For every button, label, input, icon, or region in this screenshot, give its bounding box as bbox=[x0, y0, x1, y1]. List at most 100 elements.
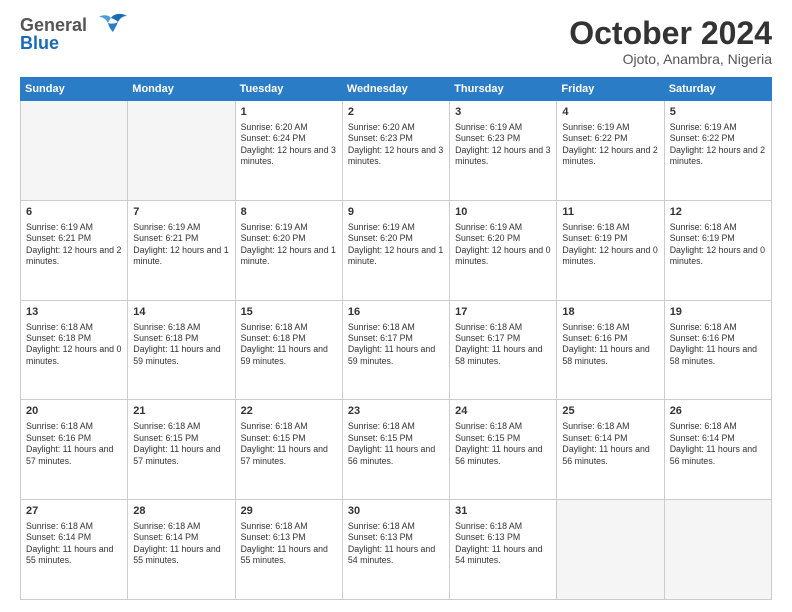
day-number: 29 bbox=[241, 504, 337, 519]
calendar-cell: 22 Sunrise: 6:18 AMSunset: 6:15 PMDayligh… bbox=[235, 400, 342, 500]
logo-general-text: General bbox=[20, 16, 87, 34]
day-number: 31 bbox=[455, 504, 551, 519]
day-info: Sunrise: 6:18 AMSunset: 6:18 PMDaylight:… bbox=[26, 322, 122, 368]
calendar-week-4: 20 Sunrise: 6:18 AMSunset: 6:16 PMDayligh… bbox=[21, 400, 772, 500]
day-info: Sunrise: 6:20 AMSunset: 6:24 PMDaylight:… bbox=[241, 122, 337, 168]
day-info: Sunrise: 6:18 AMSunset: 6:15 PMDaylight:… bbox=[133, 421, 229, 467]
day-info: Sunrise: 6:18 AMSunset: 6:17 PMDaylight:… bbox=[348, 322, 444, 368]
day-info: Sunrise: 6:19 AMSunset: 6:22 PMDaylight:… bbox=[670, 122, 766, 168]
day-info: Sunrise: 6:18 AMSunset: 6:16 PMDaylight:… bbox=[26, 421, 122, 467]
logo: General Blue bbox=[20, 16, 129, 52]
day-info: Sunrise: 6:19 AMSunset: 6:20 PMDaylight:… bbox=[348, 222, 444, 268]
day-info: Sunrise: 6:18 AMSunset: 6:13 PMDaylight:… bbox=[348, 521, 444, 567]
day-number: 6 bbox=[26, 205, 122, 220]
col-sunday: Sunday bbox=[21, 78, 128, 101]
calendar-cell: 8Sunrise: 6:19 AMSunset: 6:20 PMDaylight… bbox=[235, 200, 342, 300]
day-info: Sunrise: 6:18 AMSunset: 6:17 PMDaylight:… bbox=[455, 322, 551, 368]
day-number: 12 bbox=[670, 205, 766, 220]
calendar-week-1: 1Sunrise: 6:20 AMSunset: 6:24 PMDaylight… bbox=[21, 101, 772, 201]
day-info: Sunrise: 6:19 AMSunset: 6:20 PMDaylight:… bbox=[241, 222, 337, 268]
col-wednesday: Wednesday bbox=[342, 78, 449, 101]
day-info: Sunrise: 6:20 AMSunset: 6:23 PMDaylight:… bbox=[348, 122, 444, 168]
calendar-cell: 11Sunrise: 6:18 AMSunset: 6:19 PMDayligh… bbox=[557, 200, 664, 300]
day-number: 27 bbox=[26, 504, 122, 519]
day-number: 15 bbox=[241, 305, 337, 320]
day-number: 21 bbox=[133, 404, 229, 419]
day-info: Sunrise: 6:19 AMSunset: 6:22 PMDaylight:… bbox=[562, 122, 658, 168]
calendar-cell: 6 Sunrise: 6:19 AMSunset: 6:21 PMDaylight… bbox=[21, 200, 128, 300]
day-number: 23 bbox=[348, 404, 444, 419]
day-number: 10 bbox=[455, 205, 551, 220]
day-info: Sunrise: 6:18 AMSunset: 6:19 PMDaylight:… bbox=[670, 222, 766, 268]
day-info: Sunrise: 6:18 AMSunset: 6:13 PMDaylight:… bbox=[455, 521, 551, 567]
calendar-cell: 30 Sunrise: 6:18 AMSunset: 6:13 PMDayligh… bbox=[342, 500, 449, 600]
day-info: Sunrise: 6:18 AMSunset: 6:14 PMDaylight:… bbox=[670, 421, 766, 467]
day-number: 24 bbox=[455, 404, 551, 419]
day-number: 28 bbox=[133, 504, 229, 519]
calendar-cell: 10Sunrise: 6:19 AMSunset: 6:20 PMDayligh… bbox=[450, 200, 557, 300]
calendar-cell: 25Sunrise: 6:18 AMSunset: 6:14 PMDayligh… bbox=[557, 400, 664, 500]
calendar-cell: 31 Sunrise: 6:18 AMSunset: 6:13 PMDayligh… bbox=[450, 500, 557, 600]
calendar-cell: 7Sunrise: 6:19 AMSunset: 6:21 PMDaylight… bbox=[128, 200, 235, 300]
calendar-cell: 14 Sunrise: 6:18 AMSunset: 6:18 PMDayligh… bbox=[128, 300, 235, 400]
month-title: October 2024 bbox=[569, 16, 772, 51]
calendar-cell: 5 Sunrise: 6:19 AMSunset: 6:22 PMDaylight… bbox=[664, 101, 771, 201]
day-number: 2 bbox=[348, 105, 444, 120]
day-info: Sunrise: 6:18 AMSunset: 6:14 PMDaylight:… bbox=[26, 521, 122, 567]
day-number: 13 bbox=[26, 305, 122, 320]
calendar-cell: 15 Sunrise: 6:18 AMSunset: 6:18 PMDayligh… bbox=[235, 300, 342, 400]
day-info: Sunrise: 6:18 AMSunset: 6:18 PMDaylight:… bbox=[241, 322, 337, 368]
logo-area: General Blue bbox=[20, 16, 129, 52]
logo-name: General Blue bbox=[20, 16, 87, 52]
day-number: 9 bbox=[348, 205, 444, 220]
col-tuesday: Tuesday bbox=[235, 78, 342, 101]
header: General Blue October 2024 Ojoto, Anambra… bbox=[20, 16, 772, 67]
calendar-cell: 9 Sunrise: 6:19 AMSunset: 6:20 PMDaylight… bbox=[342, 200, 449, 300]
calendar-week-5: 27 Sunrise: 6:18 AMSunset: 6:14 PMDayligh… bbox=[21, 500, 772, 600]
calendar-cell: 18 Sunrise: 6:18 AMSunset: 6:16 PMDayligh… bbox=[557, 300, 664, 400]
calendar-cell: 17 Sunrise: 6:18 AMSunset: 6:17 PMDayligh… bbox=[450, 300, 557, 400]
day-number: 30 bbox=[348, 504, 444, 519]
calendar-cell: 3Sunrise: 6:19 AMSunset: 6:23 PMDaylight… bbox=[450, 101, 557, 201]
calendar-cell: 21 Sunrise: 6:18 AMSunset: 6:15 PMDayligh… bbox=[128, 400, 235, 500]
day-number: 22 bbox=[241, 404, 337, 419]
calendar-cell: 4Sunrise: 6:19 AMSunset: 6:22 PMDaylight… bbox=[557, 101, 664, 201]
day-number: 20 bbox=[26, 404, 122, 419]
calendar-cell: 28 Sunrise: 6:18 AMSunset: 6:14 PMDayligh… bbox=[128, 500, 235, 600]
day-info: Sunrise: 6:18 AMSunset: 6:13 PMDaylight:… bbox=[241, 521, 337, 567]
subtitle: Ojoto, Anambra, Nigeria bbox=[569, 51, 772, 67]
calendar-cell bbox=[557, 500, 664, 600]
day-number: 3 bbox=[455, 105, 551, 120]
calendar-cell: 12 Sunrise: 6:18 AMSunset: 6:19 PMDayligh… bbox=[664, 200, 771, 300]
calendar-cell bbox=[21, 101, 128, 201]
calendar-header-row: Sunday Monday Tuesday Wednesday Thursday… bbox=[21, 78, 772, 101]
day-number: 26 bbox=[670, 404, 766, 419]
calendar-cell: 2 Sunrise: 6:20 AMSunset: 6:23 PMDaylight… bbox=[342, 101, 449, 201]
day-number: 14 bbox=[133, 305, 229, 320]
day-number: 19 bbox=[670, 305, 766, 320]
day-number: 17 bbox=[455, 305, 551, 320]
title-block: October 2024 Ojoto, Anambra, Nigeria bbox=[569, 16, 772, 67]
page: General Blue October 2024 Ojoto, Anambra… bbox=[0, 0, 792, 612]
day-info: Sunrise: 6:18 AMSunset: 6:15 PMDaylight:… bbox=[455, 421, 551, 467]
day-number: 16 bbox=[348, 305, 444, 320]
calendar-cell: 19Sunrise: 6:18 AMSunset: 6:16 PMDayligh… bbox=[664, 300, 771, 400]
calendar-cell bbox=[664, 500, 771, 600]
day-info: Sunrise: 6:19 AMSunset: 6:21 PMDaylight:… bbox=[26, 222, 122, 268]
day-number: 11 bbox=[562, 205, 658, 220]
calendar-table: Sunday Monday Tuesday Wednesday Thursday… bbox=[20, 77, 772, 600]
day-info: Sunrise: 6:18 AMSunset: 6:18 PMDaylight:… bbox=[133, 322, 229, 368]
day-number: 5 bbox=[670, 105, 766, 120]
day-info: Sunrise: 6:18 AMSunset: 6:14 PMDaylight:… bbox=[562, 421, 658, 467]
day-info: Sunrise: 6:18 AMSunset: 6:14 PMDaylight:… bbox=[133, 521, 229, 567]
calendar-cell: 16 Sunrise: 6:18 AMSunset: 6:17 PMDayligh… bbox=[342, 300, 449, 400]
calendar-cell: 23Sunrise: 6:18 AMSunset: 6:15 PMDayligh… bbox=[342, 400, 449, 500]
day-number: 18 bbox=[562, 305, 658, 320]
day-info: Sunrise: 6:18 AMSunset: 6:15 PMDaylight:… bbox=[241, 421, 337, 467]
day-info: Sunrise: 6:18 AMSunset: 6:16 PMDaylight:… bbox=[562, 322, 658, 368]
logo-bird-icon bbox=[93, 12, 129, 44]
col-saturday: Saturday bbox=[664, 78, 771, 101]
col-thursday: Thursday bbox=[450, 78, 557, 101]
day-number: 7 bbox=[133, 205, 229, 220]
logo-blue-text: Blue bbox=[20, 34, 87, 52]
